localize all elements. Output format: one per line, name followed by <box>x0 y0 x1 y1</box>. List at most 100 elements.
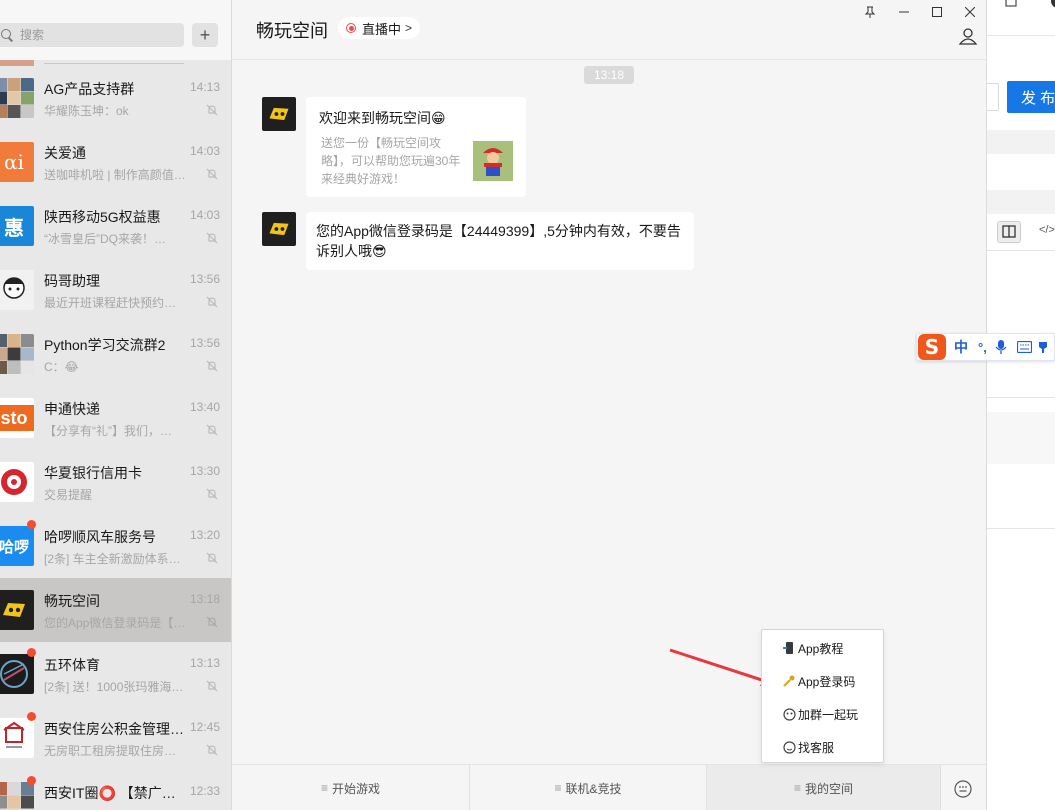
chat-item-huaxia[interactable]: 华夏银行信用卡 13:30 交易提醒 <box>0 450 231 514</box>
chat-name: 五环体育 <box>44 657 100 673</box>
mute-bell-icon <box>206 680 218 692</box>
chat-time: 13:56 <box>189 336 220 350</box>
chat-item-shaanxi-mobile[interactable]: 惠 陕西移动5G权益惠 14:03 “冰雪皇后”DQ来袭！… <box>0 194 231 258</box>
chat-item-sto[interactable]: sto 申通快递 13:40 【分享有“礼”】我们，… <box>0 386 231 450</box>
search-input[interactable] <box>20 28 170 42</box>
pin-button[interactable] <box>858 2 882 22</box>
sogou-logo-icon: S <box>918 334 946 360</box>
chat-name: 西安住房公积金管理… <box>44 721 184 737</box>
chat-item-hellobike[interactable]: 哈啰 哈啰顺风车服务号 13:20 [2条] 车主全新激励体系… <box>0 514 231 578</box>
chat-item-changwan[interactable]: 畅玩空间 13:18 您的App微信登录码是【… <box>0 578 231 642</box>
chat-name: 华夏银行信用卡 <box>44 465 142 481</box>
card-description: 送您一份【畅玩空间攻略】，可以帮助您玩遍30年来经典好游戏！ <box>321 136 461 186</box>
submenu-customer-service[interactable]: 找客服 <box>762 731 883 763</box>
bell-icon[interactable] <box>1004 0 1018 10</box>
minimize-icon <box>899 11 909 13</box>
chat-item-ag[interactable]: AG产品支持群 14:13 华耀陈玉坤：ok <box>0 66 231 130</box>
chevron-right-icon: > <box>405 21 413 35</box>
chat-item-gongjijin[interactable]: 西安住房公积金管理… 12:45 无房职工租房提取住房公… <box>0 706 231 770</box>
live-status-button[interactable]: 直播中 > <box>338 17 421 39</box>
group-avatar-icon <box>0 78 34 118</box>
chat-preview: 送咖啡机啦 | 制作高颜值… <box>44 168 186 182</box>
text-message[interactable]: 您的App微信登录码是【24449399】,5分钟内有效，不要告诉别人哦😎 <box>306 212 694 270</box>
group-avatar-icon <box>0 334 34 374</box>
ime-toolbar[interactable]: S 中 °, <box>916 333 1055 361</box>
title-input[interactable] <box>987 83 999 111</box>
chat-time: 12:45 <box>189 720 220 734</box>
keyboard-icon[interactable] <box>1016 341 1032 353</box>
chat-preview: “冰雪皇后”DQ来袭！… <box>44 232 166 246</box>
chat-item-mage[interactable]: 码哥助理 13:56 最近开班课程赶快预约啦… <box>0 258 231 322</box>
microphone-icon[interactable] <box>995 339 1007 355</box>
unread-dot <box>27 776 36 785</box>
chat-name: 陕西移动5G权益惠 <box>44 209 161 225</box>
chat-preview: 华耀陈玉坤：ok <box>44 104 129 118</box>
chat-name: 码哥助理 <box>44 273 100 289</box>
group-icon <box>782 707 796 721</box>
chat-item-xian-it[interactable]: 西安IT圈⭕ 【禁广告… 12:33 <box>0 770 231 810</box>
close-button[interactable] <box>958 2 982 22</box>
chat-time: 14:03 <box>189 208 220 222</box>
chat-preview: 【分享有“礼”】我们，… <box>44 424 172 438</box>
mute-bell-icon <box>206 552 218 564</box>
search-box[interactable] <box>0 23 184 47</box>
add-chat-button[interactable]: + <box>192 23 218 47</box>
menu-online-battle[interactable]: ≡ 联机&竞技 <box>470 765 706 810</box>
card-thumbnail <box>473 141 513 181</box>
menu-my-space[interactable]: ≡ 我的空间 <box>707 765 940 810</box>
maximize-button[interactable] <box>925 2 949 22</box>
unread-dot <box>27 648 36 657</box>
chat-preview: [2条] 送！1000张玛雅海… <box>44 680 184 694</box>
avatar <box>0 334 34 374</box>
keyboard-toggle-icon[interactable] <box>954 780 972 798</box>
chat-preview: 无房职工租房提取住房公… <box>44 744 186 758</box>
close-icon <box>965 7 975 17</box>
chat-item-python[interactable]: Python学习交流群2 13:56 C：😂 <box>0 322 231 386</box>
ime-mode[interactable]: 中 <box>954 337 968 357</box>
minimize-button[interactable] <box>892 2 916 22</box>
link-card-message[interactable]: 欢迎来到畅玩空间😁 送您一份【畅玩空间攻略】，可以帮助您玩遍30年来经典好游戏！ <box>306 97 526 197</box>
unread-dot <box>27 520 36 529</box>
chat-item-guanaitong[interactable]: αi 关爱通 14:03 送咖啡机啦 | 制作高颜值… <box>0 130 231 194</box>
sto-logo-icon: sto <box>0 405 34 431</box>
submenu-label: App教程 <box>798 641 844 656</box>
mute-bell-icon <box>206 104 218 116</box>
publish-button[interactable]: 发 布 <box>1007 81 1055 113</box>
submenu-app-tutorial[interactable]: App教程 <box>762 632 883 664</box>
mute-bell-icon <box>206 488 218 500</box>
live-dot-icon <box>346 23 356 33</box>
split-view-button[interactable] <box>997 221 1021 243</box>
chat-item-wuhuan[interactable]: 五环体育 13:13 [2条] 送！1000张玛雅海… <box>0 642 231 706</box>
mute-bell-icon <box>206 168 218 180</box>
skin-icon[interactable] <box>1038 340 1048 354</box>
divider <box>987 250 1055 251</box>
code-view-icon[interactable]: </> <box>1039 224 1055 236</box>
avatar <box>0 654 34 694</box>
avatar: 惠 <box>0 206 34 246</box>
chat-time: 12:33 <box>189 784 220 798</box>
maximize-icon <box>932 7 942 17</box>
profile-icon[interactable] <box>959 27 977 45</box>
sender-avatar[interactable] <box>262 97 296 131</box>
divider <box>987 528 1055 529</box>
menu-start-game[interactable]: ≡ 开始游戏 <box>232 765 469 810</box>
page-title: 畅玩空间 <box>256 21 328 41</box>
ime-punctuation[interactable]: °, <box>978 340 987 355</box>
mario-icon <box>473 141 513 181</box>
mute-bell-icon <box>206 424 218 436</box>
divider <box>940 765 941 810</box>
sender-avatar[interactable] <box>262 212 296 246</box>
mute-bell-icon <box>206 296 218 308</box>
chat-time: 14:03 <box>189 144 220 158</box>
submenu-app-login-code[interactable]: App登录码 <box>762 665 883 697</box>
chat-sidebar: + AG产品支持群 14:13 华耀陈玉坤：ok αi 关爱通 14:03 <box>0 0 232 810</box>
pin-icon <box>864 6 876 18</box>
submenu-join-group[interactable]: 加群一起玩 <box>762 698 883 730</box>
avatar[interactable] <box>1051 0 1055 8</box>
mute-bell-icon <box>206 616 218 628</box>
search-row: + <box>0 0 231 60</box>
chat-name: 西安IT圈⭕ 【禁广告… <box>44 785 184 801</box>
chat-name: 关爱通 <box>44 145 86 161</box>
submenu-label: App登录码 <box>798 674 856 689</box>
message-text: 您的App微信登录码是【24449399】,5分钟内有效，不要告诉别人哦😎 <box>316 223 681 259</box>
